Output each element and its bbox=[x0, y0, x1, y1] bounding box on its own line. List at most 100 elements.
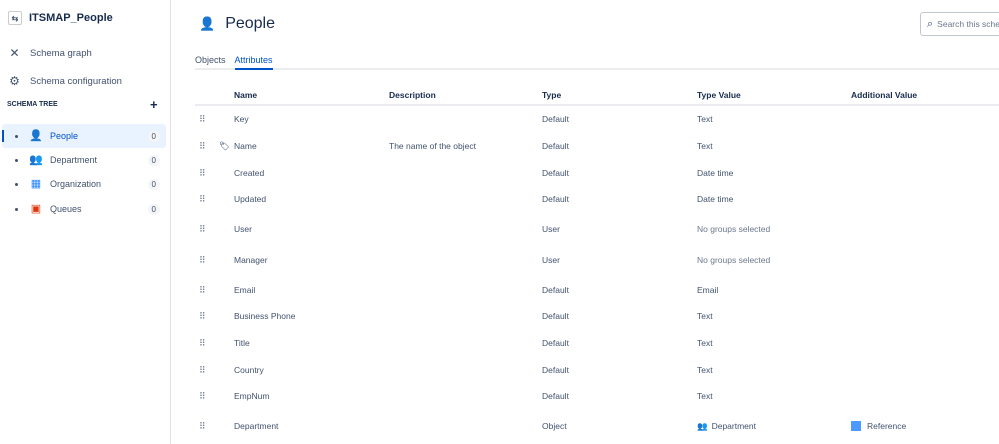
col-name[interactable]: Name bbox=[234, 90, 257, 100]
attribute-name[interactable]: Title bbox=[234, 338, 250, 348]
type-value: Text bbox=[697, 365, 713, 375]
type-value: Text bbox=[697, 311, 713, 321]
attribute-name[interactable]: Created bbox=[234, 168, 264, 178]
table-row[interactable]: ⠿ Department Object 👥 Department Reference bbox=[195, 416, 999, 436]
col-additional-value[interactable]: Additional Value bbox=[851, 90, 917, 100]
drag-handle-icon[interactable]: ⠿ bbox=[199, 285, 206, 296]
queue-icon: ▣ bbox=[30, 203, 42, 215]
drag-handle-icon[interactable]: ⠿ bbox=[199, 311, 206, 322]
title-text: People bbox=[225, 15, 276, 32]
attribute-name[interactable]: Key bbox=[234, 114, 249, 124]
attribute-name[interactable]: User bbox=[234, 224, 252, 234]
table-row[interactable]: ⠿ 🏷 Name The name of the object Default Text bbox=[195, 136, 999, 156]
tree-count: 0 bbox=[147, 203, 160, 215]
table-row[interactable]: ⠿ EmpNum Default Text bbox=[195, 386, 999, 406]
nav-schema-configuration[interactable]: ⚙ Schema configuration bbox=[8, 74, 122, 88]
tree-item-department[interactable]: 👥 Department 0 bbox=[2, 148, 166, 172]
type-value: Text bbox=[697, 391, 713, 401]
attribute-type: Default bbox=[542, 141, 569, 151]
table-row[interactable]: ⠿ Updated Default Date time bbox=[195, 189, 999, 209]
type-value: Text bbox=[697, 114, 713, 124]
drag-handle-icon[interactable]: ⠿ bbox=[199, 365, 206, 376]
tab-attributes[interactable]: Attributes bbox=[234, 55, 273, 70]
tree-item-queues[interactable]: ▣ Queues 0 bbox=[2, 197, 166, 221]
additional-value: Reference bbox=[851, 421, 906, 431]
attribute-type: Default bbox=[542, 311, 569, 321]
tree-label: People bbox=[50, 131, 79, 141]
type-value: Text bbox=[697, 141, 713, 151]
attribute-name[interactable]: Country bbox=[234, 365, 264, 375]
organization-icon: ▦ bbox=[30, 178, 42, 190]
attribute-type: User bbox=[542, 255, 560, 265]
label-tag-icon: 🏷 bbox=[219, 141, 230, 151]
type-value: Date time bbox=[697, 168, 734, 178]
attribute-type: Default bbox=[542, 168, 569, 178]
add-object-type-button[interactable]: + bbox=[150, 97, 158, 112]
group-icon: 👥 bbox=[29, 154, 43, 166]
col-type-value[interactable]: Type Value bbox=[697, 90, 741, 100]
tree-item-people[interactable]: 👤 People 0 bbox=[2, 124, 166, 148]
nav-label: Schema graph bbox=[30, 47, 92, 59]
tree-item-organization[interactable]: ▦ Organization 0 bbox=[2, 172, 166, 196]
drag-handle-icon[interactable]: ⠿ bbox=[199, 224, 206, 235]
drag-handle-icon[interactable]: ⠿ bbox=[199, 338, 206, 349]
table-row[interactable]: ⠿ Created Default Date time bbox=[195, 163, 999, 183]
drag-handle-icon[interactable]: ⠿ bbox=[199, 194, 206, 205]
tree-count: 0 bbox=[147, 178, 160, 190]
table-row[interactable]: ⠿ Country Default Text bbox=[195, 360, 999, 380]
attribute-type: Object bbox=[542, 421, 567, 431]
col-type[interactable]: Type bbox=[542, 90, 561, 100]
attribute-type: Default bbox=[542, 391, 569, 401]
nav-schema-graph[interactable]: ✕ Schema graph bbox=[8, 46, 92, 60]
attribute-name[interactable]: EmpNum bbox=[234, 391, 269, 401]
attribute-name[interactable]: Name bbox=[234, 141, 257, 151]
tree-label: Organization bbox=[50, 179, 102, 189]
drag-handle-icon[interactable]: ⠿ bbox=[199, 168, 206, 179]
schema-icon: ⇆ bbox=[8, 11, 22, 25]
table-header: Name Description Type Type Value Additio… bbox=[195, 90, 999, 106]
attribute-name[interactable]: Department bbox=[234, 421, 278, 431]
attribute-description: The name of the object bbox=[389, 141, 476, 151]
attribute-name[interactable]: Manager bbox=[234, 255, 268, 265]
table-row[interactable]: ⠿ Business Phone Default Text bbox=[195, 306, 999, 326]
table-row[interactable]: ⠿ User User No groups selected bbox=[195, 219, 999, 239]
project-header[interactable]: ⇆ ITSMAP_People bbox=[8, 11, 113, 25]
tree-label: Department bbox=[50, 155, 98, 165]
table-row[interactable]: ⠿ Key Default Text bbox=[195, 109, 999, 129]
attribute-type: Default bbox=[542, 114, 569, 124]
attribute-type: User bbox=[542, 224, 560, 234]
type-value: 👥 Department bbox=[697, 421, 756, 432]
type-value: No groups selected bbox=[697, 224, 771, 234]
attribute-name[interactable]: Email bbox=[234, 285, 255, 295]
type-value-text: Department bbox=[711, 421, 757, 431]
drag-handle-icon[interactable]: ⠿ bbox=[199, 391, 206, 402]
table-row[interactable]: ⠿ Manager User No groups selected bbox=[195, 250, 999, 270]
tree-label: Queues bbox=[50, 204, 82, 214]
type-value: No groups selected bbox=[697, 255, 771, 265]
col-description[interactable]: Description bbox=[389, 90, 436, 100]
attribute-type: Default bbox=[542, 365, 569, 375]
table-row[interactable]: ⠿ Email Default Email bbox=[195, 280, 999, 300]
gear-icon: ⚙ bbox=[9, 74, 20, 88]
drag-handle-icon[interactable]: ⠿ bbox=[199, 114, 206, 125]
person-icon: 👤 bbox=[29, 130, 43, 142]
drag-handle-icon[interactable]: ⠿ bbox=[199, 141, 206, 152]
search-input[interactable]: ⌕Search this schema bbox=[920, 12, 999, 36]
person-icon: 👤 bbox=[199, 16, 216, 31]
additional-text: Reference bbox=[867, 421, 907, 431]
page-title: 👤 People bbox=[199, 15, 275, 33]
tabs: Objects Attributes bbox=[195, 55, 999, 70]
drag-handle-icon[interactable]: ⠿ bbox=[199, 421, 206, 432]
attribute-name[interactable]: Business Phone bbox=[234, 311, 295, 321]
tab-objects[interactable]: Objects bbox=[195, 55, 226, 70]
tree-count: 0 bbox=[147, 130, 160, 142]
drag-handle-icon[interactable]: ⠿ bbox=[199, 255, 206, 266]
type-value: Email bbox=[697, 285, 719, 295]
attribute-name[interactable]: Updated bbox=[234, 194, 266, 204]
type-value: Text bbox=[697, 338, 713, 348]
reference-icon bbox=[851, 421, 861, 431]
search-icon: ⌕ bbox=[927, 17, 934, 30]
sidebar: ⇆ ITSMAP_People ✕ Schema graph ⚙ Schema con… bbox=[0, 0, 171, 444]
schema-tree-header: SCHEMA TREE bbox=[7, 101, 58, 108]
table-row[interactable]: ⠿ Title Default Text bbox=[195, 333, 999, 353]
